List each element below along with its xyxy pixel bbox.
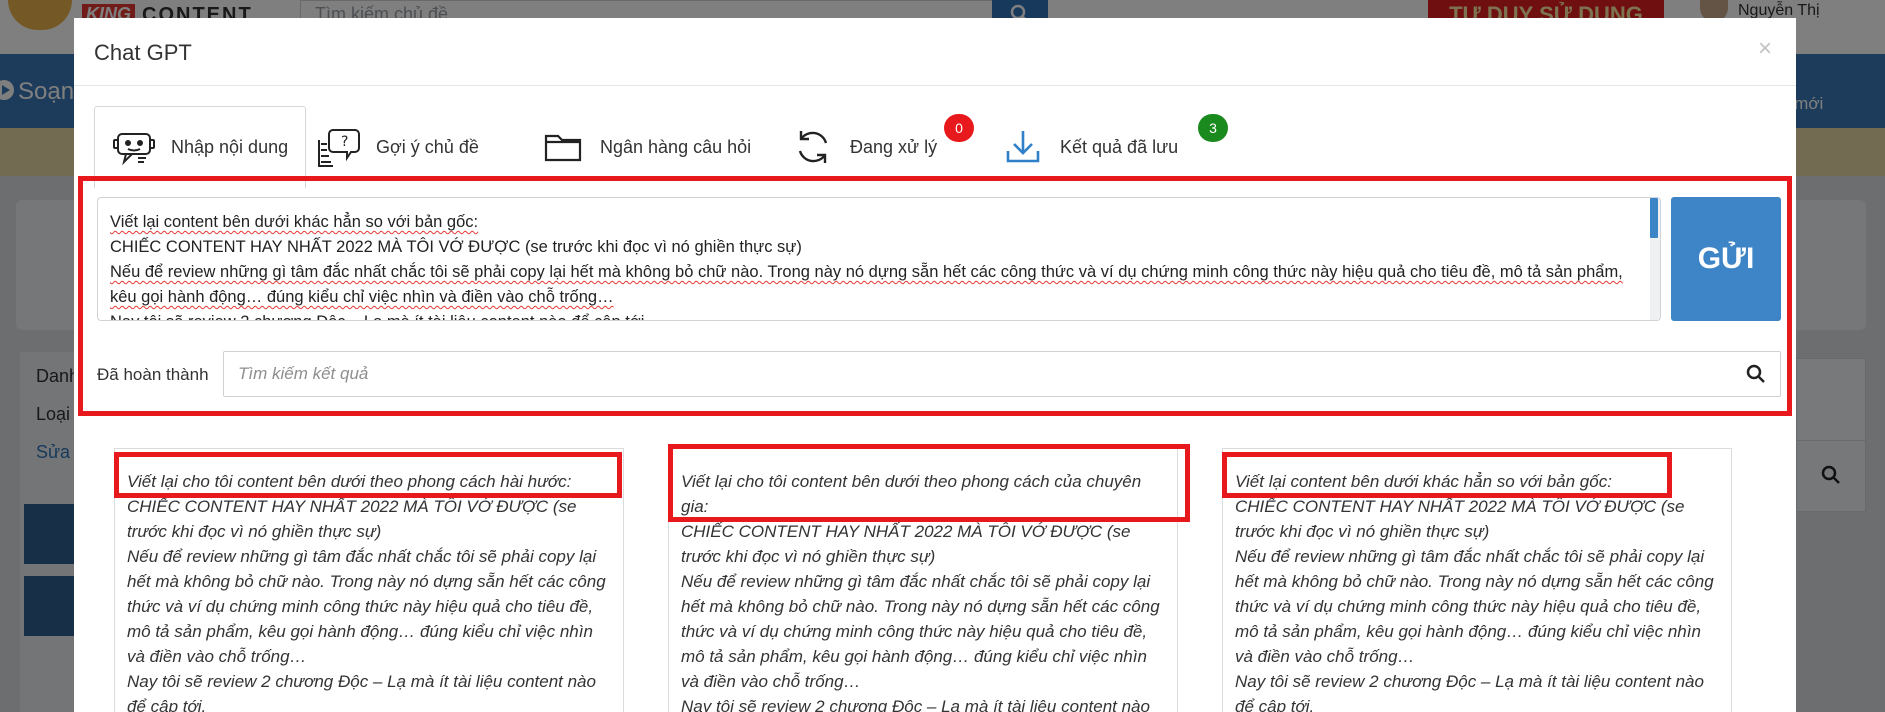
processing-count-badge: 0 bbox=[944, 114, 974, 142]
modal-header: Chat GPT × bbox=[74, 18, 1796, 86]
tab-label: Gợi ý chủ đề bbox=[376, 136, 479, 157]
content-textarea[interactable]: Viết lại content bên dưới khác hẳn so vớ… bbox=[97, 197, 1661, 321]
download-icon bbox=[1000, 124, 1046, 170]
tab-label: Đang xử lý bbox=[850, 136, 938, 157]
result-card-heading: Viết lại cho tôi content bên dưới theo p… bbox=[681, 472, 1142, 516]
result-card-heading: Viết lại content bên dưới khác hẳn so vớ… bbox=[1235, 472, 1612, 491]
tab-label: Ngân hàng câu hỏi bbox=[600, 136, 752, 157]
result-card-heading: Viết lại cho tôi content bên dưới theo p… bbox=[127, 472, 572, 491]
search-icon[interactable] bbox=[1746, 364, 1766, 384]
modal-title: Chat GPT bbox=[94, 40, 192, 65]
svg-text:?: ? bbox=[341, 134, 348, 150]
input-line: Nay tôi sẽ review 2 chương Độc – Lạ mà í… bbox=[110, 310, 1630, 320]
refresh-icon bbox=[790, 124, 836, 170]
input-line: Viết lại content bên dưới khác hẳn so vớ… bbox=[110, 213, 479, 231]
close-icon[interactable]: × bbox=[1750, 34, 1780, 64]
question-chat-icon: ? bbox=[316, 124, 362, 170]
result-card-paragraph: CHIẾC CONTENT HAY NHẤT 2022 MÀ TÔI VỚ ĐƯ… bbox=[1235, 497, 1685, 541]
result-card-text: Viết lại cho tôi content bên dưới theo p… bbox=[127, 469, 611, 712]
result-card-paragraph: Nay tôi sẽ review 2 chương Độc – Lạ mà í… bbox=[1235, 672, 1704, 712]
result-card-paragraph: Nay tôi sẽ review 2 chương Độc – Lạ mà í… bbox=[681, 697, 1150, 712]
result-card-paragraph: Nếu để review những gì tâm đắc nhất chắc… bbox=[1235, 547, 1714, 666]
result-search-box[interactable] bbox=[223, 351, 1781, 397]
result-cards: Viết lại cho tôi content bên dưới theo p… bbox=[74, 432, 1796, 712]
input-line: CHIẾC CONTENT HAY NHẤT 2022 MÀ TÔI VỚ ĐƯ… bbox=[110, 238, 802, 256]
result-card-text: Viết lại content bên dưới khác hẳn so vớ… bbox=[1235, 469, 1719, 712]
result-card-paragraph: Nếu để review những gì tâm đắc nhất chắc… bbox=[127, 547, 606, 666]
input-section: Viết lại content bên dưới khác hẳn so vớ… bbox=[78, 176, 1792, 416]
result-card-paragraph: Nếu để review những gì tâm đắc nhất chắc… bbox=[681, 572, 1160, 691]
chat-bot-icon bbox=[111, 125, 157, 171]
result-card[interactable]: Viết lại content bên dưới khác hẳn so vớ… bbox=[1222, 448, 1732, 712]
saved-count-badge: 3 bbox=[1198, 114, 1228, 142]
result-card[interactable]: Viết lại cho tôi content bên dưới theo p… bbox=[114, 448, 624, 712]
tab-label: Kết quả đã lưu bbox=[1060, 136, 1179, 157]
tab-label: Nhập nội dung bbox=[171, 137, 289, 157]
textarea-scrollbar[interactable] bbox=[1650, 198, 1660, 320]
result-card[interactable]: Viết lại cho tôi content bên dưới theo p… bbox=[668, 448, 1178, 712]
send-button[interactable]: GỬI bbox=[1671, 197, 1781, 321]
chat-gpt-modal: Chat GPT × Nhập nội dung ? Gợi ý chủ đề … bbox=[74, 18, 1796, 712]
result-card-text: Viết lại cho tôi content bên dưới theo p… bbox=[681, 469, 1165, 712]
result-search-input[interactable] bbox=[238, 362, 1718, 386]
result-card-paragraph: Nay tôi sẽ review 2 chương Độc – Lạ mà í… bbox=[127, 672, 596, 712]
result-card-paragraph: CHIẾC CONTENT HAY NHẤT 2022 MÀ TÔI VỚ ĐƯ… bbox=[127, 497, 577, 541]
completed-search-row: Đã hoàn thành bbox=[97, 351, 1781, 397]
input-line: Nếu để review những gì tâm đắc nhất chắc… bbox=[110, 263, 1623, 306]
folder-icon bbox=[540, 124, 586, 170]
result-card-paragraph: CHIẾC CONTENT HAY NHẤT 2022 MÀ TÔI VỚ ĐƯ… bbox=[681, 522, 1131, 566]
scrollbar-thumb[interactable] bbox=[1650, 198, 1658, 238]
completed-label: Đã hoàn thành bbox=[97, 365, 209, 384]
textarea-content: Viết lại content bên dưới khác hẳn so vớ… bbox=[110, 210, 1630, 320]
